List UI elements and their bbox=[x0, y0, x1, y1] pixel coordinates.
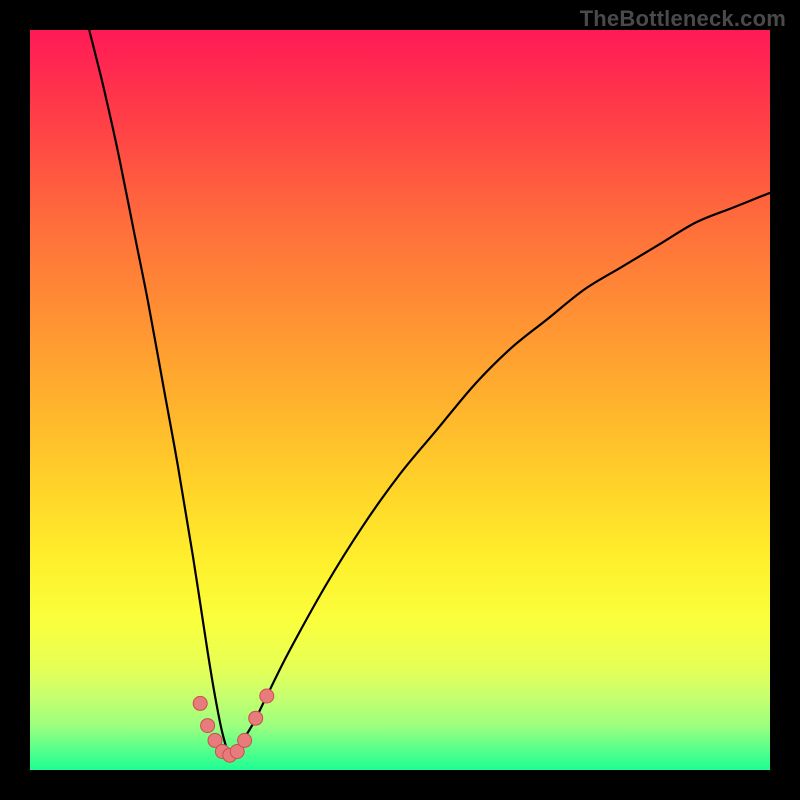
min-marker-1 bbox=[201, 719, 215, 733]
min-marker-6 bbox=[238, 733, 252, 747]
bottleneck-chart bbox=[30, 30, 770, 770]
minimum-markers-group bbox=[193, 689, 274, 762]
min-marker-7 bbox=[249, 711, 263, 725]
min-marker-0 bbox=[193, 696, 207, 710]
watermark-text: TheBottleneck.com bbox=[580, 6, 786, 32]
min-marker-8 bbox=[260, 689, 274, 703]
bottleneck-curve-path bbox=[89, 30, 770, 756]
